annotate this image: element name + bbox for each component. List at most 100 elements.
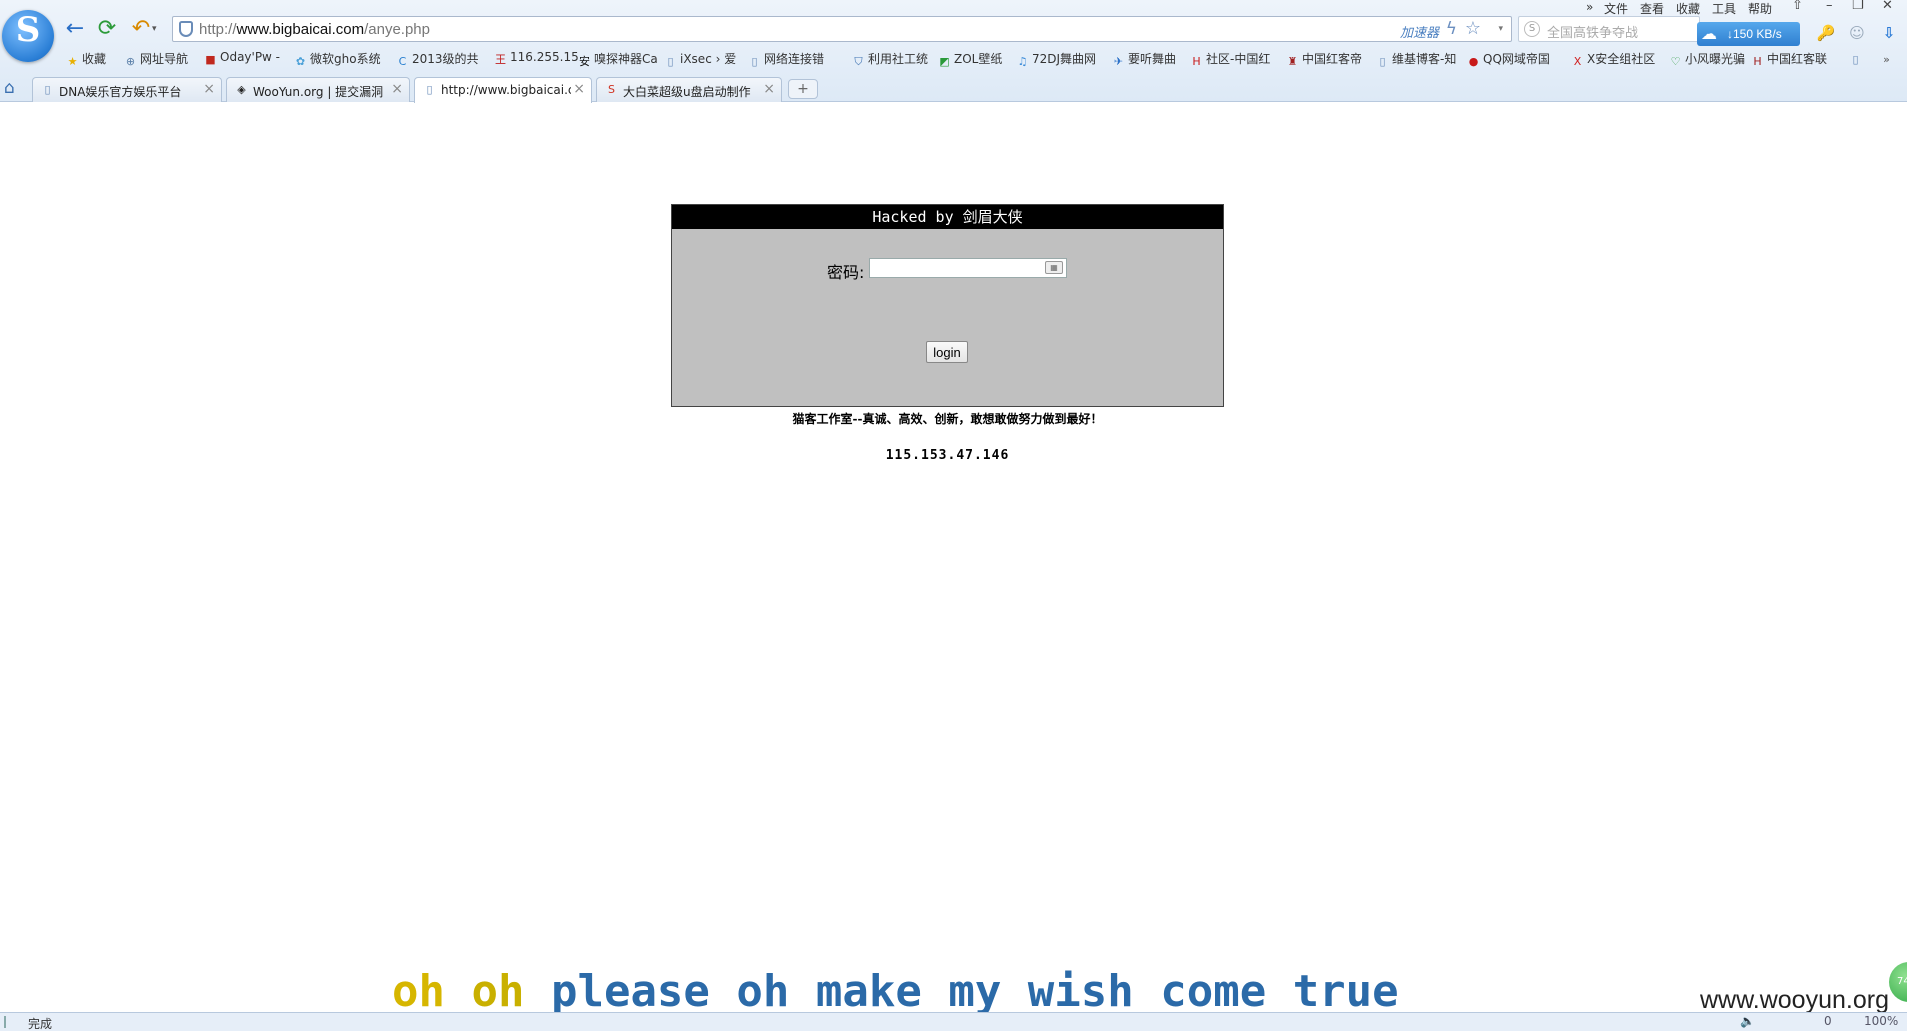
address-url[interactable]: http://www.bigbaicai.com/anye.php	[199, 21, 430, 38]
menu-expand[interactable]: »	[1586, 0, 1593, 14]
counter-badge[interactable]: 0	[1824, 1014, 1832, 1028]
ip-address-text: 115.153.47.146	[885, 448, 1010, 463]
bookmark-label: iXsec › 爱	[680, 52, 737, 66]
browser-tab[interactable]: ◈ WooYun.org | 提交漏洞 ×	[226, 77, 410, 102]
bookmark-item[interactable]: X X安全组社区	[1571, 50, 1656, 70]
chevron-down-icon[interactable]: ▾	[1498, 24, 1503, 34]
undo-close-button[interactable]: ↶	[128, 16, 154, 42]
menu-tools[interactable]: 工具	[1712, 0, 1736, 17]
bookmark-icon: ✈	[1113, 55, 1124, 68]
bookmark-item[interactable]: H 社区-中国红	[1190, 50, 1270, 70]
bookmark-item[interactable]: ◩ ZOL壁纸	[938, 50, 1002, 70]
menu-favorites[interactable]: 收藏	[1676, 0, 1700, 17]
bookmark-item[interactable]: 王 116.255.15	[494, 50, 579, 70]
logo-letter: S	[15, 10, 41, 50]
bookmark-icon: H	[1753, 55, 1762, 68]
bookmark-item[interactable]: ✈ 要听舞曲	[1112, 50, 1176, 70]
bookmark-item[interactable]: ♫ 72DJ舞曲网	[1016, 50, 1097, 70]
floating-ball-icon[interactable]: 74	[1889, 962, 1907, 1002]
bookmark-label: 小风曝光骗	[1685, 52, 1746, 66]
bookmark-icon: ▯	[667, 55, 674, 68]
volume-icon[interactable]: 🔈	[1740, 1014, 1755, 1028]
bookmark-item[interactable]: ▯	[1849, 50, 1865, 70]
bookmark-item[interactable]: H 中国红客联	[1751, 50, 1827, 70]
search-engine-icon[interactable]: S	[1524, 21, 1540, 37]
close-icon[interactable]: ×	[573, 81, 585, 97]
bookmark-label: 维基博客-知	[1392, 52, 1457, 66]
browser-tab[interactable]: ▯ http://www.bigbaicai.co ×	[414, 77, 592, 103]
keyboard-icon[interactable]: ▦	[1045, 261, 1063, 274]
bookmark-label: 微软gho系统	[310, 52, 381, 66]
download-icon[interactable]: ⇩	[1878, 22, 1900, 44]
login-panel: Hacked by 剑眉大侠 密码: ▦ login	[671, 204, 1224, 407]
search-input[interactable]: S 全国高铁争夺战	[1518, 16, 1700, 42]
close-icon[interactable]: ×	[391, 81, 403, 97]
bookmark-icon: ⛉	[854, 55, 863, 68]
accelerator-button[interactable]: 加速器	[1400, 22, 1439, 41]
refresh-button[interactable]: ⟳	[94, 16, 120, 42]
bookmark-item[interactable]: ▯ 维基博客-知	[1376, 50, 1456, 70]
bookmark-item[interactable]: ● QQ网域帝国	[1467, 50, 1550, 70]
lyric-rest: please oh make my wish come true	[550, 966, 1399, 1017]
url-host: www.bigbaicai.com	[236, 21, 365, 38]
address-bar[interactable]: http://www.bigbaicai.com/anye.php 加速器 ϟ …	[172, 16, 1512, 42]
home-icon[interactable]: ⌂	[4, 78, 15, 98]
bolt-icon[interactable]: ϟ	[1446, 19, 1457, 39]
bookmark-label: Oday'Pw -	[220, 50, 281, 64]
bookmark-icon: ★	[67, 55, 78, 68]
bookmark-item[interactable]: ✿ 微软gho系统	[294, 50, 381, 70]
bookmark-label: ZOL壁纸	[954, 52, 1003, 66]
zoom-level[interactable]: 100%	[1864, 1014, 1898, 1028]
bookmark-item[interactable]: ▯ 网络连接错	[748, 50, 824, 70]
skin-icon[interactable]: ☺	[1846, 22, 1868, 44]
bookmark-label: 2013级的共	[412, 52, 479, 66]
bookmark-item[interactable]: 安嗅探神器Ca	[578, 50, 658, 70]
bookmark-item[interactable]: C 2013级的共	[396, 50, 479, 70]
status-grip-icon	[4, 1016, 14, 1028]
pin-icon[interactable]: ⇧	[1792, 0, 1803, 13]
bookmark-icon: ✿	[295, 55, 306, 68]
back-button[interactable]: ←	[62, 16, 88, 42]
bookmarks-bar: ★ 收藏 ⊕ 网址导航 ■ Oday'Pw - ✿ 微软gho系统 C 2013级的共 王 116.2…	[62, 50, 1902, 70]
close-icon[interactable]: ×	[203, 81, 215, 97]
menu-view[interactable]: 查看	[1640, 0, 1664, 17]
menu-bar: » 文件 查看 收藏 工具 帮助 ⇧ – ❐ ✕	[1580, 0, 1907, 17]
bookmark-item[interactable]: ♜ 中国红客帝	[1286, 50, 1362, 70]
bookmark-icon: ●	[1468, 55, 1479, 68]
bookmark-item[interactable]: ■ Oday'Pw -	[204, 50, 280, 70]
close-window-button[interactable]: ✕	[1882, 0, 1893, 13]
bookmark-icon: ▯	[751, 55, 758, 68]
browser-tab[interactable]: ▯ DNA娱乐官方娱乐平台 ×	[32, 77, 222, 102]
bookmark-label: 72DJ舞曲网	[1032, 52, 1097, 66]
bookmark-icon: ◩	[939, 55, 950, 68]
browser-tab[interactable]: S 大白菜超级u盘启动制作 ×	[596, 77, 782, 102]
key-icon[interactable]: 🔑	[1815, 22, 1837, 44]
restore-button[interactable]: ❐	[1852, 0, 1864, 13]
security-shield-icon[interactable]	[179, 21, 193, 37]
new-tab-button[interactable]: +	[788, 79, 818, 99]
bookmark-icon: 安	[579, 55, 590, 68]
bookmark-item[interactable]: ♡ 小风曝光骗	[1669, 50, 1745, 70]
menu-file[interactable]: 文件	[1604, 0, 1628, 17]
bookmark-icon: X	[1573, 55, 1582, 68]
login-button[interactable]: login	[926, 341, 968, 363]
bookmark-item[interactable]: ▯ iXsec › 爱	[664, 50, 736, 70]
bookmark-icon: 王	[495, 53, 506, 66]
bookmark-item[interactable]: ★ 收藏	[66, 50, 106, 70]
bookmark-item[interactable]: ⛉ 利用社工统	[852, 50, 928, 70]
menu-help[interactable]: 帮助	[1748, 0, 1772, 17]
password-field[interactable]	[869, 258, 1067, 278]
browser-logo[interactable]: S	[2, 10, 54, 62]
slogan-text: 猫客工作室--真诚、高效、创新，敢想敢做努力做到最好！	[792, 412, 1103, 426]
download-speed-badge[interactable]: ☁ ↓150 KB/s	[1697, 22, 1800, 46]
star-icon[interactable]: ☆	[1465, 18, 1481, 39]
bookmark-item[interactable]: ⊕ 网址导航	[124, 50, 188, 70]
close-icon[interactable]: ×	[763, 81, 775, 97]
bookmark-label: 利用社工统	[868, 52, 929, 66]
bookmark-item[interactable]: »	[1880, 50, 1896, 70]
bookmark-icon: »	[1883, 53, 1890, 66]
chevron-down-icon[interactable]: ▾	[152, 24, 157, 34]
bookmark-label: 嗅探神器Ca	[594, 52, 658, 66]
bookmark-label: 116.255.15	[510, 50, 579, 64]
minimize-button[interactable]: –	[1826, 0, 1833, 13]
